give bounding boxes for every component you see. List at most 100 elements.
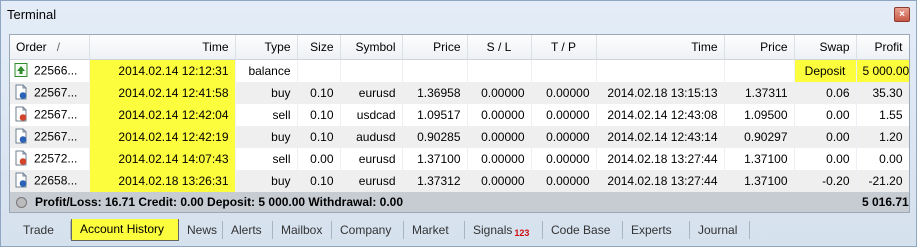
table-row[interactable]: 22567... 2014.02.14 12:41:58 buy 0.10 eurusd… xyxy=(10,82,909,104)
tab-experts[interactable]: Experts xyxy=(623,221,690,239)
tab-mailbox[interactable]: Mailbox xyxy=(273,221,332,239)
cell-sl: 0.00000 xyxy=(467,104,532,126)
tab-trade[interactable]: Trade xyxy=(15,221,71,239)
tab-label: Company xyxy=(340,223,392,237)
cell-order: 22567... xyxy=(10,126,90,148)
cell-time-open: 2014.02.14 12:41:58 xyxy=(89,82,236,104)
table-row[interactable]: 22567... 2014.02.14 12:42:19 buy 0.10 audusd… xyxy=(10,126,909,148)
cell-tp: 0.00000 xyxy=(531,126,597,148)
table-row[interactable]: 22566... 2014.02.14 12:12:31 balance Deposi… xyxy=(10,59,909,82)
cell-price-open: 1.09517 xyxy=(402,104,468,126)
cell-type: sell xyxy=(235,148,298,170)
cell-size xyxy=(297,59,341,82)
cell-tp: 0.00000 xyxy=(531,148,597,170)
table-row[interactable]: 22658... 2014.02.18 13:26:31 buy 0.10 eurusd… xyxy=(10,170,909,192)
tab-journal[interactable]: Journal xyxy=(690,221,750,239)
summary-dot-icon xyxy=(16,197,27,209)
cell-price-close: 1.37100 xyxy=(724,170,795,192)
cell-symbol: eurusd xyxy=(340,148,403,170)
cell-size: 0.10 xyxy=(297,126,341,148)
cell-swap: 0.06 xyxy=(794,82,857,104)
cell-swap: 0.00 xyxy=(794,148,857,170)
cell-order: 22567... xyxy=(10,82,90,104)
terminal-window: Terminal × Order / Time Type Size Symbol… xyxy=(0,0,917,247)
column-header-profit[interactable]: Profit xyxy=(856,35,909,60)
title-bar: Terminal × xyxy=(1,1,916,29)
table-row[interactable]: 22572... 2014.02.14 14:07:43 sell 0.00 eurus… xyxy=(10,148,909,170)
cell-sl xyxy=(467,59,532,82)
cell-sl: 0.00000 xyxy=(467,148,532,170)
table-header-row: Order / Time Type Size Symbol Price S / … xyxy=(10,35,909,60)
cell-time-open: 2014.02.14 12:42:04 xyxy=(89,104,236,126)
column-header-open-price[interactable]: Price xyxy=(402,35,468,60)
column-header-order[interactable]: Order / xyxy=(10,35,90,60)
tab-market[interactable]: Market xyxy=(404,221,465,239)
summary-row: Profit/Loss: 16.71 Credit: 0.00 Deposit:… xyxy=(10,192,909,212)
tab-label: News xyxy=(187,223,218,237)
cell-swap: 0.00 xyxy=(794,126,857,148)
cell-type: buy xyxy=(235,170,298,192)
cell-profit: 1.55 xyxy=(856,104,909,126)
tab-company[interactable]: Company xyxy=(332,221,404,239)
column-header-sl[interactable]: S / L xyxy=(467,35,532,60)
cell-profit: 5 000.00 xyxy=(856,59,909,82)
cell-tp: 0.00000 xyxy=(531,170,597,192)
cell-price-open: 1.37100 xyxy=(402,148,468,170)
cell-time-close xyxy=(596,59,725,82)
tab-label: Market xyxy=(412,223,449,237)
column-header-size[interactable]: Size xyxy=(297,35,341,60)
cell-profit: 1.20 xyxy=(856,126,909,148)
column-header-symbol[interactable]: Symbol xyxy=(340,35,403,60)
tab-signals[interactable]: Signals 123 xyxy=(465,221,543,239)
cell-size: 0.00 xyxy=(297,148,341,170)
column-header-type[interactable]: Type xyxy=(235,35,298,60)
buy-order-icon xyxy=(14,172,28,191)
tab-label: Code Base xyxy=(551,223,611,237)
buy-order-icon xyxy=(14,128,28,147)
cell-price-close xyxy=(724,59,795,82)
tab-news[interactable]: News xyxy=(179,221,223,239)
cell-sl: 0.00000 xyxy=(467,126,532,148)
tab-alerts[interactable]: Alerts xyxy=(223,221,273,239)
cell-price-close: 1.37100 xyxy=(724,148,795,170)
tab-label: Experts xyxy=(631,223,672,237)
cell-price-close: 1.09500 xyxy=(724,104,795,126)
column-header-tp[interactable]: T / P xyxy=(531,35,597,60)
summary-total: 5 016.71 xyxy=(856,192,909,212)
cell-profit: 35.30 xyxy=(856,82,909,104)
cell-time-close: 2014.02.14 12:43:14 xyxy=(596,126,725,148)
cell-time-open: 2014.02.14 12:12:31 xyxy=(89,59,236,82)
cell-symbol: audusd xyxy=(340,126,403,148)
tab-account-history[interactable]: Account History xyxy=(71,219,179,241)
cell-price-open: 1.37312 xyxy=(402,170,468,192)
cell-tp: 0.00000 xyxy=(531,82,597,104)
summary-text: Profit/Loss: 16.71 Credit: 0.00 Deposit:… xyxy=(10,192,856,212)
close-button[interactable]: × xyxy=(894,7,910,22)
table-body: 22566... 2014.02.14 12:12:31 balance Deposi… xyxy=(10,59,909,212)
cell-size: 0.10 xyxy=(297,82,341,104)
table-row[interactable]: 22567... 2014.02.14 12:42:04 sell 0.10 usdca… xyxy=(10,104,909,126)
column-header-open-time[interactable]: Time xyxy=(89,35,236,60)
tab-label: Mailbox xyxy=(281,223,323,237)
cell-type: sell xyxy=(235,104,298,126)
cell-swap: -0.20 xyxy=(794,170,857,192)
cell-price-open xyxy=(402,59,468,82)
tab-label: Alerts xyxy=(231,223,262,237)
tab-code-base[interactable]: Code Base xyxy=(543,221,623,239)
sort-indicator-icon: / xyxy=(56,40,61,54)
cell-order: 22567... xyxy=(10,104,90,126)
sell-order-icon xyxy=(14,150,28,169)
column-header-close-price[interactable]: Price xyxy=(724,35,795,60)
cell-time-open: 2014.02.14 14:07:43 xyxy=(89,148,236,170)
cell-type: balance xyxy=(235,59,298,82)
cell-sl: 0.00000 xyxy=(467,82,532,104)
cell-order: 22572... xyxy=(10,148,90,170)
cell-symbol: eurusd xyxy=(340,82,403,104)
buy-order-icon xyxy=(14,84,28,103)
column-header-close-time[interactable]: Time xyxy=(596,35,725,60)
cell-type: buy xyxy=(235,126,298,148)
tab-label: Trade xyxy=(23,223,54,237)
cell-time-close: 2014.02.14 12:43:08 xyxy=(596,104,725,126)
column-header-swap[interactable]: Swap xyxy=(794,35,857,60)
cell-size: 0.10 xyxy=(297,104,341,126)
